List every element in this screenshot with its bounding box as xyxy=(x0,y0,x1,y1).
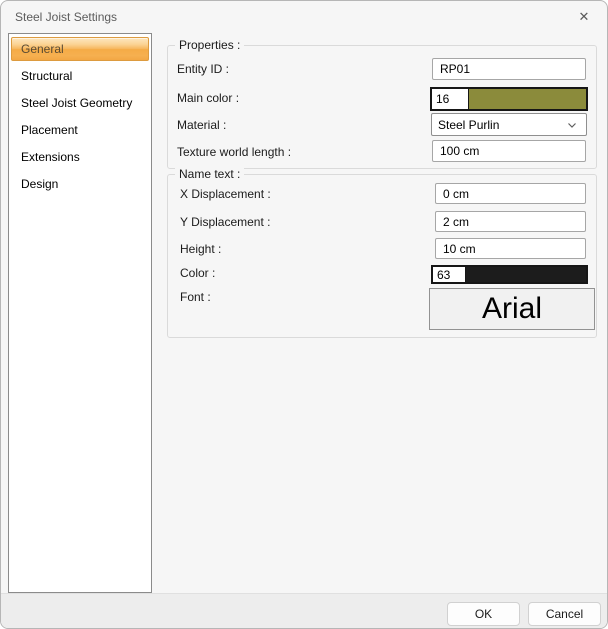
sidebar-item-extensions[interactable]: Extensions xyxy=(9,144,151,171)
texture-world-length-label: Texture world length : xyxy=(177,145,292,159)
main-color-label: Main color : xyxy=(177,91,240,105)
height-label: Height : xyxy=(180,242,222,256)
texture-world-length-input[interactable] xyxy=(432,140,586,162)
font-label: Font : xyxy=(180,290,211,304)
sidebar-item-design[interactable]: Design xyxy=(9,171,151,198)
ok-button[interactable]: OK xyxy=(447,602,520,626)
height-input[interactable] xyxy=(435,238,586,259)
entity-id-input[interactable] xyxy=(432,58,586,80)
chevron-down-icon xyxy=(566,119,578,131)
name-color-label: Color : xyxy=(180,266,216,280)
y-displacement-label: Y Displacement : xyxy=(180,215,271,229)
cancel-button[interactable]: Cancel xyxy=(528,602,601,626)
font-picker-button[interactable]: Arial xyxy=(429,288,595,330)
sidebar-item-steel-joist-geometry[interactable]: Steel Joist Geometry xyxy=(9,90,151,117)
close-button[interactable]: ✕ xyxy=(568,5,600,29)
window-title: Steel Joist Settings xyxy=(15,10,118,24)
main-color-picker[interactable]: 16 xyxy=(430,87,588,111)
material-selected-value: Steel Purlin xyxy=(438,117,500,132)
properties-group-caption: Properties : xyxy=(175,38,245,52)
material-dropdown[interactable]: Steel Purlin xyxy=(431,113,587,136)
sidebar-item-structural[interactable]: Structural xyxy=(9,63,151,90)
name-color-picker[interactable]: 63 xyxy=(431,265,588,284)
main-color-number: 16 xyxy=(432,89,469,109)
name-text-group-caption: Name text : xyxy=(175,167,245,181)
steel-joist-settings-dialog: Steel Joist Settings ✕ General Structura… xyxy=(0,0,608,629)
sidebar-nav: General Structural Steel Joist Geometry … xyxy=(8,33,152,593)
main-color-swatch xyxy=(469,89,586,109)
footer-bar: OK Cancel xyxy=(1,593,607,628)
x-displacement-input[interactable] xyxy=(435,183,586,204)
titlebar: Steel Joist Settings ✕ xyxy=(1,1,607,33)
sidebar-item-placement[interactable]: Placement xyxy=(9,117,151,144)
name-color-swatch xyxy=(466,267,586,282)
entity-id-label: Entity ID : xyxy=(177,62,230,76)
sidebar-item-general[interactable]: General xyxy=(11,37,149,61)
close-icon: ✕ xyxy=(578,9,590,24)
x-displacement-label: X Displacement : xyxy=(180,187,271,201)
y-displacement-input[interactable] xyxy=(435,211,586,232)
name-color-number: 63 xyxy=(433,267,466,282)
material-label: Material : xyxy=(177,118,227,132)
